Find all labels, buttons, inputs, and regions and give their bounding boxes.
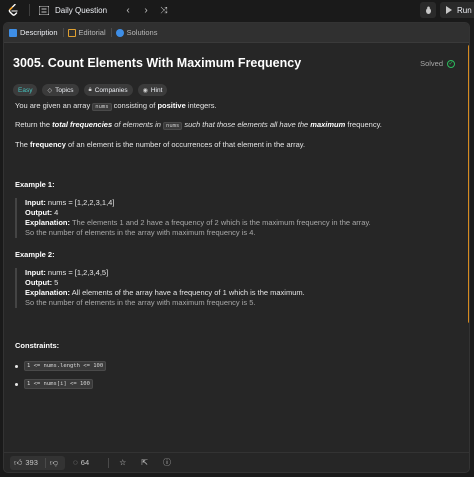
share-button[interactable]: ⇱ xyxy=(141,458,151,467)
nav-actions: Run xyxy=(420,0,474,20)
description-paragraph-2: Return the total frequencies of elements… xyxy=(15,120,382,130)
comment-count: 64 xyxy=(80,458,90,467)
thumbs-up-icon[interactable]: 👍︎ xyxy=(14,458,22,468)
favorite-button[interactable]: ☆ xyxy=(119,458,129,467)
prev-problem-icon[interactable]: ‹ xyxy=(121,5,135,16)
constraints-heading: Constraints: xyxy=(15,341,60,350)
constraint-item: 1 <= nums.length <= 100 xyxy=(15,361,107,371)
description-paragraph-1: You are given an array nums consisting o… xyxy=(15,101,217,111)
problem-list-icon[interactable] xyxy=(38,4,50,16)
play-icon xyxy=(446,6,452,14)
description-paragraph-3: The frequency of an element is the numbe… xyxy=(15,140,306,149)
description-icon xyxy=(9,28,17,37)
check-circle-icon: ✓ xyxy=(447,59,455,68)
leetcode-logo[interactable] xyxy=(7,3,19,17)
nav-divider xyxy=(29,4,30,16)
example-1-block: Input: nums = [1,2,2,3,1,4] Output: 4 Ex… xyxy=(15,198,455,238)
bug-icon xyxy=(425,6,431,14)
vote-group: 👍︎ 393 👎︎ xyxy=(10,455,66,470)
question-icon: ⓘ xyxy=(163,458,171,467)
top-nav: Daily Question ‹ › ⤨ Run xyxy=(0,0,474,20)
solved-status: Solved ✓ xyxy=(420,59,455,68)
editorial-icon xyxy=(67,28,76,37)
bottom-bar: 👍︎ 393 👎︎ ◌ 64 ☆ ⇱ ⓘ xyxy=(4,452,469,472)
comments-button[interactable]: ◌ 64 xyxy=(73,458,92,467)
example-2-heading: Example 2: xyxy=(15,250,55,259)
thumbs-down-icon[interactable]: 👎︎ xyxy=(50,458,58,468)
lightbulb-icon: ◉ xyxy=(142,87,148,94)
companies-tag[interactable]: 🔒︎ Companies xyxy=(83,84,133,96)
constraint-item: 1 <= nums[i] <= 100 xyxy=(15,379,93,389)
description-panel: Description Editorial Solutions 3005. Co… xyxy=(3,22,470,473)
star-icon: ☆ xyxy=(119,458,127,467)
next-problem-icon[interactable]: › xyxy=(139,5,153,16)
tag-icon: ◇ xyxy=(47,87,53,94)
share-icon: ⇱ xyxy=(141,458,148,467)
tab-description[interactable]: Description xyxy=(9,28,58,37)
example-1-heading: Example 1: xyxy=(15,180,55,189)
like-count: 393 xyxy=(25,458,38,467)
shuffle-icon[interactable]: ⤨ xyxy=(157,5,171,16)
tab-bar: Description Editorial Solutions xyxy=(4,23,469,43)
tab-editorial[interactable]: Editorial xyxy=(67,28,106,37)
example-2-block: Input: nums = [1,2,3,4,5] Output: 5 Expl… xyxy=(15,268,455,308)
run-label: Run xyxy=(457,5,472,15)
lock-icon: 🔒︎ xyxy=(88,86,92,93)
nav-title[interactable]: Daily Question xyxy=(55,6,107,15)
problem-title[interactable]: 3005. Count Elements With Maximum Freque… xyxy=(13,56,301,70)
run-button[interactable]: Run xyxy=(440,2,474,18)
scrollbar[interactable] xyxy=(468,45,469,323)
solutions-icon xyxy=(115,28,124,37)
tag-list: Easy ◇ Topics 🔒︎ Companies ◉ Hint xyxy=(13,84,457,97)
help-button[interactable]: ⓘ xyxy=(163,457,174,468)
hint-tag[interactable]: ◉ Hint xyxy=(137,84,168,96)
tab-solutions[interactable]: Solutions xyxy=(115,28,157,37)
difficulty-badge: Easy xyxy=(13,84,38,96)
comment-icon: ◌ xyxy=(73,458,78,467)
topics-tag[interactable]: ◇ Topics xyxy=(42,84,79,96)
debug-button[interactable] xyxy=(420,2,436,18)
